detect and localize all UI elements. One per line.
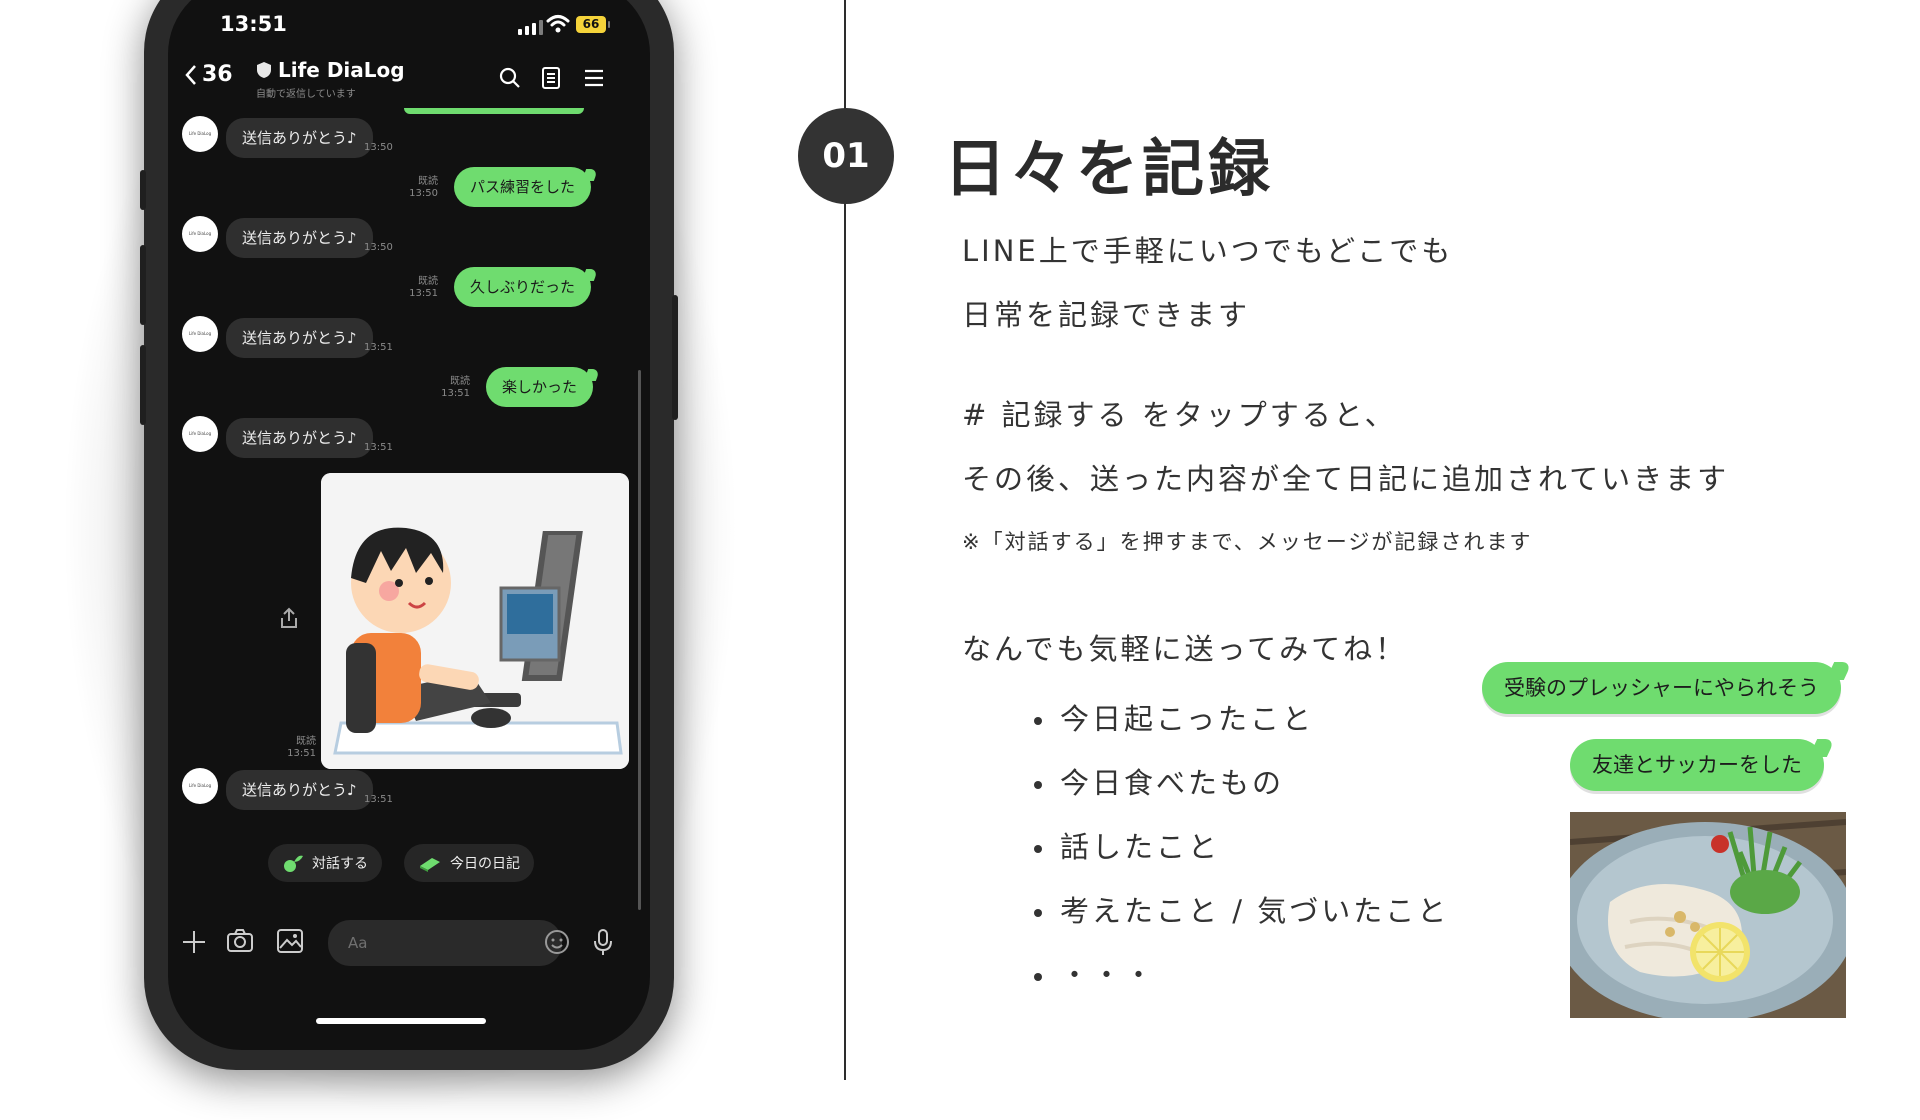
description-line-2: 日常を記録できます xyxy=(962,298,1251,332)
read-receipt: 既読 xyxy=(418,276,438,287)
message-input-bar xyxy=(168,910,650,980)
shield-icon xyxy=(257,62,271,78)
message-input[interactable] xyxy=(328,920,562,966)
home-indicator[interactable] xyxy=(316,1018,486,1024)
list-item: 考えたこと / 気づいたこと xyxy=(1030,886,1449,950)
chat-area: Life DiaLog 送信ありがとう♪ 13:50 既読 13:50 パス練習… xyxy=(168,108,650,908)
description-note: ※「対話する」を押すまで、メッセージが記録されます xyxy=(962,530,1533,554)
section-heading: 日々を記録 xyxy=(944,132,1275,205)
chevron-left-icon xyxy=(185,64,196,85)
section-number-badge: 01 xyxy=(798,108,894,204)
camera-icon[interactable] xyxy=(226,928,254,954)
message-time: 13:51 xyxy=(364,342,393,353)
chat-title: Life DiaLog xyxy=(278,58,405,82)
back-button[interactable]: 36 xyxy=(184,62,233,87)
read-receipt: 既読 xyxy=(450,376,470,387)
chat-header: 36 Life DiaLog 自動で返信しています xyxy=(168,52,650,112)
message-time: 13:51 xyxy=(364,794,393,805)
sent-image-boy-at-computer[interactable] xyxy=(321,473,629,769)
outgoing-message: 久しぶりだった xyxy=(454,267,592,307)
emoji-icon[interactable] xyxy=(544,929,570,955)
battery-icon: 66 xyxy=(576,16,610,33)
sample-message-bubble: 受験のプレッシャーにやられそう xyxy=(1482,662,1841,714)
notes-icon[interactable] xyxy=(540,66,562,90)
phone-volume-up xyxy=(140,245,146,325)
read-receipt: 既読 xyxy=(418,176,438,187)
list-item: 話したこと xyxy=(1030,822,1449,886)
chat-title-area[interactable]: Life DiaLog 自動で返信しています xyxy=(256,58,405,100)
quick-reply-today-diary-button[interactable]: 今日の日記 xyxy=(404,844,534,882)
chat-subtitle: 自動で返信しています xyxy=(256,89,356,100)
plus-icon[interactable] xyxy=(180,928,208,956)
message-time: 13:51 xyxy=(409,288,438,299)
food-photo xyxy=(1570,812,1846,1018)
previous-message-bubble xyxy=(404,108,584,114)
incoming-message: 送信ありがとう♪ xyxy=(226,318,373,358)
incoming-message: 送信ありがとう♪ xyxy=(226,770,373,810)
quick-reply-label: 今日の日記 xyxy=(450,856,520,872)
prompt-text: なんでも気軽に送ってみてね！ xyxy=(962,632,1408,666)
description-line-3: # 記録する をタップすると、 xyxy=(962,398,1397,432)
message-time: 13:51 xyxy=(364,442,393,453)
share-icon[interactable] xyxy=(278,606,300,630)
outgoing-message: 楽しかった xyxy=(486,367,594,407)
incoming-message: 送信ありがとう♪ xyxy=(226,418,373,458)
list-item: 今日起こったこと xyxy=(1030,694,1449,758)
list-item: ・・・ xyxy=(1030,950,1449,1014)
message-time: 13:51 xyxy=(287,748,316,759)
sample-message-bubble: 友達とサッカーをした xyxy=(1570,739,1824,791)
menu-icon[interactable] xyxy=(582,66,606,90)
sprout-icon xyxy=(284,855,303,872)
example-list: 今日起こったこと 今日食べたもの 話したこと 考えたこと / 気づいたこと ・・… xyxy=(1030,694,1449,1014)
incoming-message: 送信ありがとう♪ xyxy=(226,118,373,158)
book-icon xyxy=(420,858,440,872)
status-time: 13:51 xyxy=(220,12,287,36)
image-icon[interactable] xyxy=(276,928,304,954)
bot-avatar[interactable]: Life DiaLog xyxy=(182,768,218,804)
description-line-1: LINE上で手軽にいつでもどこでも xyxy=(962,234,1454,268)
read-receipt: 既読 xyxy=(296,736,316,747)
microphone-icon[interactable] xyxy=(592,928,614,956)
list-item: 今日食べたもの xyxy=(1030,758,1449,822)
bot-avatar[interactable]: Life DiaLog xyxy=(182,216,218,252)
phone-volume-down xyxy=(140,345,146,425)
message-time: 13:50 xyxy=(409,188,438,199)
incoming-message: 送信ありがとう♪ xyxy=(226,218,373,258)
bot-avatar[interactable]: Life DiaLog xyxy=(182,116,218,152)
message-time: 13:50 xyxy=(364,242,393,253)
wifi-icon xyxy=(546,15,570,33)
quick-reply-label: 対話する xyxy=(312,856,368,872)
unread-count: 36 xyxy=(202,62,233,87)
quick-reply-dialogue-button[interactable]: 対話する xyxy=(268,844,382,882)
outgoing-message: パス練習をした xyxy=(454,167,592,207)
description-line-4: その後、送った内容が全て日記に追加されていきます xyxy=(962,462,1730,496)
phone-power-button xyxy=(672,295,678,420)
signal-icon xyxy=(518,20,543,35)
phone-side-button xyxy=(140,170,146,210)
message-time: 13:51 xyxy=(441,388,470,399)
phone-screen: 13:51 66 36 Life DiaLog 自動で返信しています Life … xyxy=(168,0,650,1050)
message-time: 13:50 xyxy=(364,142,393,153)
bot-avatar[interactable]: Life DiaLog xyxy=(182,416,218,452)
bot-avatar[interactable]: Life DiaLog xyxy=(182,316,218,352)
search-icon[interactable] xyxy=(498,66,522,90)
chat-scrollbar[interactable] xyxy=(638,370,641,910)
